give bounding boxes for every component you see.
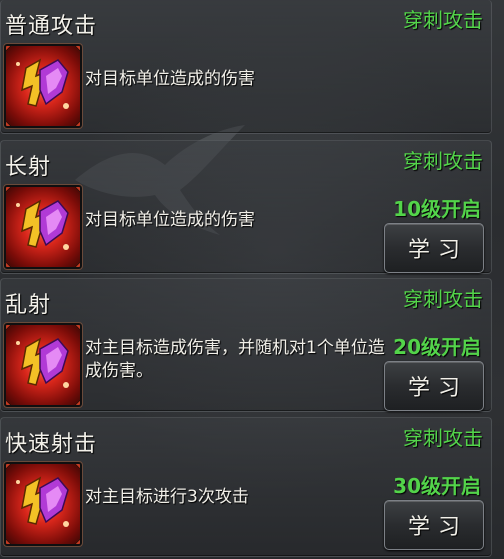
skill-type: 穿刺攻击: [403, 149, 483, 173]
flame-shield-icon: [16, 476, 69, 527]
skill-name: 长射: [5, 155, 52, 180]
skill-name: 快速射击: [5, 432, 98, 457]
skill-card-scatter-shot: 乱射 穿刺攻击 对主目标造成伤害，并随机对1个单位造成伤害。 20级开启 学习: [0, 278, 492, 412]
learn-button[interactable]: 学习: [384, 223, 484, 273]
skill-card-long-shot: 长射 穿刺攻击 对目标单位造成的伤害 10级开启 学习: [0, 140, 492, 274]
flame-shield-icon: [16, 199, 69, 250]
skill-icon[interactable]: [3, 43, 83, 129]
level-requirement: 30级开启: [393, 474, 481, 498]
skill-card-rapid-fire: 快速射击 穿刺攻击 对主目标进行3次攻击 30级开启 学习: [0, 417, 492, 557]
skill-description: 对目标单位造成的伤害: [85, 69, 255, 89]
skill-card-basic-attack: 普通攻击 穿刺攻击 对目标单位造成的伤害: [0, 0, 492, 134]
level-requirement: 10级开启: [393, 197, 481, 221]
learn-button[interactable]: 学习: [384, 361, 484, 411]
flame-shield-icon: [16, 58, 69, 109]
skill-description: 对主目标进行3次攻击: [85, 487, 249, 507]
level-requirement: 20级开启: [393, 335, 481, 359]
skill-icon[interactable]: [3, 184, 83, 270]
skill-description: 对目标单位造成的伤害: [85, 210, 255, 230]
skill-type: 穿刺攻击: [403, 8, 483, 32]
skill-description: 对主目标造成伤害，并随机对1个单位造成伤害。: [85, 338, 385, 381]
skill-type: 穿刺攻击: [403, 287, 483, 311]
skill-name: 乱射: [5, 293, 52, 318]
flame-shield-icon: [16, 337, 69, 388]
skill-icon[interactable]: [3, 322, 83, 408]
skill-name: 普通攻击: [5, 14, 98, 39]
skill-type: 穿刺攻击: [403, 426, 483, 450]
learn-button[interactable]: 学习: [384, 500, 484, 550]
skill-icon[interactable]: [3, 461, 83, 547]
